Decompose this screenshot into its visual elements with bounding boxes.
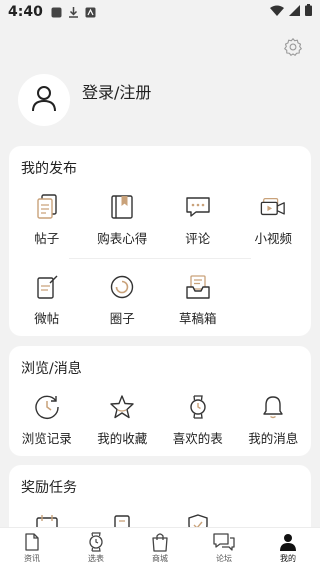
divider — [69, 258, 251, 259]
grid-item-label: 小视频 — [254, 231, 292, 246]
nav-item-forum[interactable]: 论坛 — [192, 528, 256, 568]
posts-row-2: 微帖 圈子 草稿箱 — [9, 274, 311, 327]
avatar[interactable] — [18, 74, 70, 126]
draft-box-icon — [185, 274, 211, 300]
download-icon — [68, 6, 79, 18]
grid-item-label: 帖子 — [34, 231, 60, 246]
grid-item-label: 购表心得 — [97, 231, 148, 246]
profile-header: 登录/注册 — [18, 74, 151, 126]
grid-item-label: 喜欢的表 — [172, 431, 223, 446]
user-icon — [29, 83, 59, 117]
nav-item-mall[interactable]: 商城 — [128, 528, 192, 568]
wifi-icon — [270, 5, 284, 20]
browse-row: 浏览记录 我的收藏 喜欢的表 我的消息 — [9, 394, 311, 447]
nav-label: 我的 — [280, 554, 296, 563]
grid-item-label: 圈子 — [109, 311, 135, 326]
news-icon — [24, 532, 40, 552]
drafts-item[interactable]: 草稿箱 — [160, 274, 236, 327]
nav-label: 商城 — [152, 554, 168, 563]
micro-post-icon — [34, 274, 60, 300]
person-icon — [279, 532, 297, 552]
comment-icon — [185, 194, 211, 220]
micro-post-item[interactable]: 微帖 — [9, 274, 85, 327]
favorites-item[interactable]: 我的收藏 — [85, 394, 161, 447]
notification-icon — [51, 7, 62, 18]
my-posts-card: 我的发布 帖子 购表心得 评论 小视频 微帖 圈子 草稿箱 — [9, 146, 311, 336]
nav-label: 选表 — [88, 554, 104, 563]
forum-icon — [213, 532, 235, 552]
bell-icon — [260, 394, 286, 420]
nav-label: 论坛 — [216, 554, 232, 563]
posts-row-1: 帖子 购表心得 评论 小视频 — [9, 194, 311, 247]
watch-review-item[interactable]: 购表心得 — [85, 194, 161, 247]
grid-item-label: 微帖 — [34, 311, 60, 326]
status-time: 4:40 — [8, 4, 43, 20]
bookmark-book-icon — [109, 194, 135, 220]
browse-messages-card: 浏览/消息 浏览记录 我的收藏 喜欢的表 我的消息 — [9, 346, 311, 456]
circle-item[interactable]: 圈子 — [85, 274, 161, 327]
nav-item-mine[interactable]: 我的 — [256, 528, 320, 568]
status-bar: 4:40 — [0, 0, 320, 24]
app-badge-icon — [85, 7, 96, 18]
clock-icon — [34, 394, 60, 420]
gear-icon — [283, 37, 303, 61]
star-icon — [109, 394, 135, 420]
grid-item-label: 我的消息 — [248, 431, 299, 446]
nav-item-news[interactable]: 资讯 — [0, 528, 64, 568]
card-title: 浏览/消息 — [21, 361, 82, 377]
watch-icon — [185, 394, 211, 420]
card-title: 奖励任务 — [21, 480, 77, 496]
card-title: 我的发布 — [21, 161, 77, 177]
nav-item-select-watch[interactable]: 选表 — [64, 528, 128, 568]
signal-icon — [289, 4, 300, 20]
history-item[interactable]: 浏览记录 — [9, 394, 85, 447]
grid-item-label: 草稿箱 — [178, 311, 217, 326]
battery-icon — [305, 4, 312, 20]
liked-watches-item[interactable]: 喜欢的表 — [160, 394, 236, 447]
comments-item[interactable]: 评论 — [160, 194, 236, 247]
login-register-link[interactable]: 登录/注册 — [82, 79, 151, 103]
document-icon — [34, 194, 60, 220]
shopping-bag-icon — [151, 532, 169, 552]
settings-button[interactable] — [282, 38, 304, 60]
grid-item-label: 评论 — [185, 231, 211, 246]
short-video-item[interactable]: 小视频 — [236, 194, 312, 247]
messages-item[interactable]: 我的消息 — [236, 394, 312, 447]
posts-item[interactable]: 帖子 — [9, 194, 85, 247]
bottom-nav: 资讯 选表 商城 论坛 我的 — [0, 527, 320, 568]
nav-label: 资讯 — [24, 554, 40, 563]
grid-item-label: 浏览记录 — [21, 431, 72, 446]
watch-icon — [87, 532, 105, 552]
circle-icon — [109, 274, 135, 300]
grid-item-label: 我的收藏 — [97, 431, 148, 446]
video-icon — [260, 194, 286, 220]
